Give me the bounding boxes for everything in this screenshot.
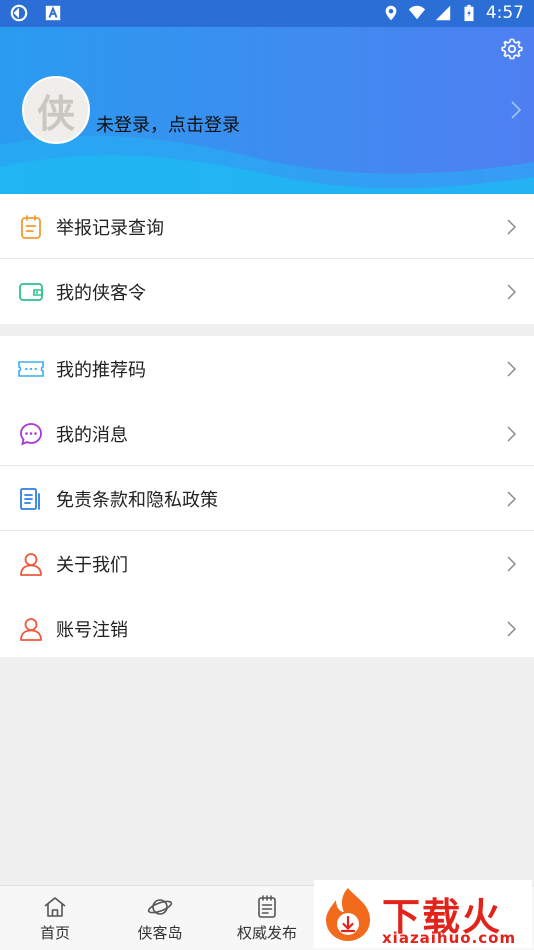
avatar[interactable]: 侠: [22, 76, 90, 144]
menu-item-privacy-policy[interactable]: 免责条款和隐私政策: [0, 466, 534, 531]
menu-item-about-us[interactable]: 关于我们: [0, 531, 534, 596]
menu-item-referral-code[interactable]: 我的推荐码: [0, 336, 534, 401]
menu-item-messages[interactable]: 我的消息: [0, 401, 534, 466]
chevron-right-icon: [507, 218, 516, 235]
home-icon: [44, 897, 66, 917]
chevron-right-icon: [507, 283, 516, 300]
profile-header[interactable]: 侠 未登录，点击登录: [0, 27, 534, 194]
signal-icon: [435, 5, 451, 21]
watermark-url: xiazaihuo.com: [382, 929, 517, 947]
menu-item-delete-account[interactable]: 账号注销: [0, 596, 534, 661]
chevron-right-icon: [507, 425, 516, 442]
avatar-glyph: 侠: [36, 90, 75, 136]
menu-item-label: 免责条款和隐私政策: [56, 489, 218, 511]
menu-item-label: 我的推荐码: [56, 359, 146, 381]
watermark-logo: 下载火 xiazaihuo.com: [314, 880, 532, 948]
menu-group-2: 我的推荐码 我的消息 免责条款和隐私政策 关于我们 账号注销: [0, 336, 534, 657]
menu-item-report-history[interactable]: 举报记录查询: [0, 194, 534, 259]
menu-item-xiake-token[interactable]: 我的侠客令: [0, 259, 534, 324]
tab-label: 侠客岛: [137, 924, 183, 942]
document-icon: [20, 487, 40, 510]
chevron-right-icon: [507, 555, 516, 572]
chat-bubble-icon: [20, 422, 42, 446]
notepad-icon: [258, 895, 276, 918]
flame-logo-icon: [326, 888, 370, 941]
sync-icon: [10, 4, 28, 22]
tab-label: 权威发布: [236, 924, 297, 942]
menu-item-label: 关于我们: [56, 554, 128, 576]
tab-home[interactable]: 首页: [0, 886, 110, 950]
tab-xiake-island[interactable]: 侠客岛: [105, 886, 215, 950]
chevron-right-icon: [507, 490, 516, 507]
ticket-icon: [18, 360, 44, 377]
menu-item-label: 我的消息: [56, 424, 128, 446]
status-bar: 4:57: [0, 0, 534, 27]
menu-item-label: 我的侠客令: [56, 282, 146, 304]
chevron-right-icon: [511, 101, 522, 119]
menu-item-label: 举报记录查询: [56, 217, 164, 239]
battery-icon: [464, 4, 474, 22]
tab-official-release[interactable]: 权威发布: [212, 886, 322, 950]
font-a-icon: [45, 5, 61, 21]
settings-gear-icon[interactable]: [500, 37, 524, 61]
clipboard-icon: [21, 214, 41, 239]
person-icon: [20, 552, 42, 576]
login-prompt[interactable]: 未登录，点击登录: [96, 111, 240, 137]
menu-item-label: 账号注销: [56, 619, 128, 641]
tab-label: 首页: [39, 924, 70, 942]
menu-group-1: 举报记录查询 我的侠客令: [0, 194, 534, 324]
chevron-right-icon: [507, 360, 516, 377]
planet-icon: [147, 899, 173, 915]
chevron-right-icon: [507, 620, 516, 637]
wifi-icon: [408, 5, 425, 20]
person-icon: [20, 617, 42, 641]
location-icon: [385, 5, 397, 21]
wallet-icon: [19, 282, 43, 301]
clock: 4:57: [485, 3, 524, 23]
